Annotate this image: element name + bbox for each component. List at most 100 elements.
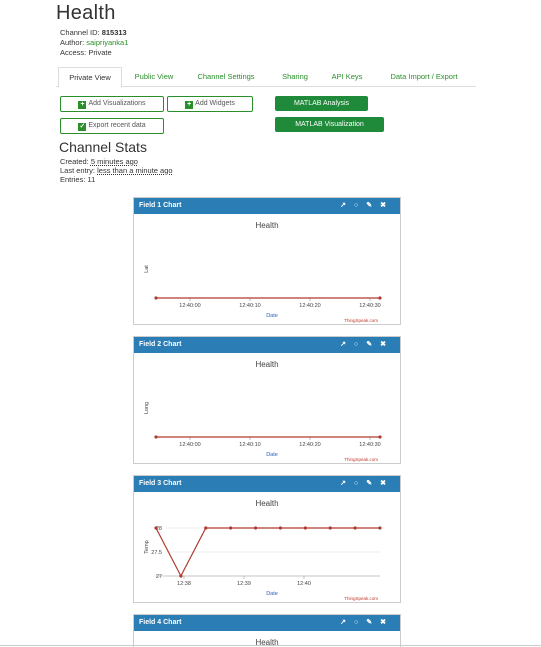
divider bbox=[0, 645, 541, 646]
x-axis-label: Date bbox=[266, 452, 278, 458]
access-label: Access: bbox=[60, 48, 89, 57]
data-point bbox=[303, 526, 307, 530]
data-point bbox=[378, 296, 382, 300]
field-3-chart-card: Field 3 Chart ↗○✎✖ Health Temp Date 27 27.5… bbox=[133, 475, 401, 603]
author-link[interactable]: saipriyanka1 bbox=[86, 38, 128, 47]
chart-plot: Lat Date 12:40:00 12:40:10 12:40:20 12:40:30 bbox=[144, 265, 382, 319]
author-label: Author: bbox=[60, 38, 87, 47]
chart-credit: ThingSpeak.com bbox=[344, 457, 378, 462]
x-tick-label: 12:40:30 bbox=[359, 303, 380, 309]
pencil-icon[interactable]: ✎ bbox=[366, 619, 380, 626]
tab-channel-settings[interactable]: Channel Settings bbox=[186, 67, 266, 87]
data-point bbox=[204, 526, 208, 530]
channel-stats-heading: Channel Stats bbox=[59, 139, 147, 155]
comment-icon[interactable]: ○ bbox=[354, 202, 366, 209]
pencil-icon[interactable]: ✎ bbox=[366, 480, 380, 487]
tab-sharing[interactable]: Sharing bbox=[270, 67, 320, 87]
access-value: Private bbox=[88, 48, 112, 57]
created-value: 5 minutes ago bbox=[90, 157, 138, 166]
x-tick-label: 12:40:30 bbox=[359, 442, 380, 448]
close-icon[interactable]: ✖ bbox=[380, 619, 394, 626]
external-link-icon[interactable]: ↗ bbox=[340, 480, 354, 487]
close-icon[interactable]: ✖ bbox=[380, 202, 394, 209]
x-tick-label: 12:40:10 bbox=[239, 442, 260, 448]
add-visualizations-button[interactable]: + Add Visualizations bbox=[60, 96, 164, 112]
chart-header-icons: ↗○✎✖ bbox=[340, 337, 394, 353]
chart-credit: ThingSpeak.com bbox=[344, 596, 378, 601]
channel-id-label: Channel ID: bbox=[60, 28, 102, 37]
x-tick-label: 12:40:20 bbox=[299, 303, 320, 309]
close-icon[interactable]: ✖ bbox=[380, 480, 394, 487]
add-widgets-button[interactable]: + Add Widgets bbox=[167, 96, 253, 112]
checkbox-icon: ✓ bbox=[78, 123, 87, 131]
x-axis-label: Date bbox=[266, 313, 278, 319]
chart-header-icons: ↗○✎✖ bbox=[340, 198, 394, 214]
data-point bbox=[179, 574, 183, 578]
pencil-icon[interactable]: ✎ bbox=[366, 202, 380, 209]
x-tick-label: 12:40:20 bbox=[299, 442, 320, 448]
x-tick-label: 12:40:10 bbox=[239, 303, 260, 309]
matlab-visualization-button[interactable]: MATLAB Visualization bbox=[275, 117, 384, 132]
external-link-icon[interactable]: ↗ bbox=[340, 341, 354, 348]
tab-api-keys[interactable]: API Keys bbox=[322, 67, 372, 87]
add-visualizations-label: Add Visualizations bbox=[88, 100, 146, 107]
field-4-chart-card: Field 4 Chart ↗○✎✖ Health bbox=[133, 614, 401, 647]
data-point bbox=[229, 526, 233, 530]
export-recent-data-button[interactable]: ✓ Export recent data bbox=[60, 118, 164, 134]
chart-header-icons: ↗○✎✖ bbox=[340, 476, 394, 492]
tab-private-view[interactable]: Private View bbox=[58, 67, 122, 88]
tab-public-view[interactable]: Public View bbox=[126, 67, 182, 87]
data-point bbox=[353, 526, 357, 530]
chart-plot: Long Date 12:40:00 12:40:10 12:40:20 12:40:30 bbox=[144, 402, 382, 458]
tab-data-import-export[interactable]: Data Import / Export bbox=[376, 67, 472, 87]
data-point bbox=[278, 526, 283, 530]
y-axis-label: Temp bbox=[144, 540, 150, 553]
created-label: Created: bbox=[60, 157, 91, 166]
channel-id-value: 815313 bbox=[101, 28, 127, 37]
last-entry-row: Last entry: less than a minute ago bbox=[60, 166, 173, 175]
entries-row: Entries: 11 bbox=[60, 175, 95, 184]
comment-icon[interactable]: ○ bbox=[354, 480, 366, 487]
x-tick-label: 12:40:00 bbox=[179, 303, 200, 309]
entries-value: 11 bbox=[87, 175, 96, 184]
chart-credit: ThingSpeak.com bbox=[344, 318, 378, 323]
chart-header: Field 1 Chart ↗○✎✖ bbox=[134, 198, 400, 214]
chart-title: Health bbox=[255, 221, 279, 230]
chart-header-icons: ↗○✎✖ bbox=[340, 615, 394, 631]
chart-header-title: Field 3 Chart bbox=[139, 480, 182, 487]
data-point bbox=[328, 526, 332, 530]
chart-header-title: Field 1 Chart bbox=[139, 202, 182, 209]
comment-icon[interactable]: ○ bbox=[354, 619, 366, 626]
last-entry-label: Last entry: bbox=[60, 166, 98, 175]
chart-body: Health Long Date 12:40:00 12:40:10 12:40:20 1… bbox=[134, 353, 400, 463]
created-row: Created: 5 minutes ago bbox=[60, 157, 138, 166]
pencil-icon[interactable]: ✎ bbox=[366, 341, 380, 348]
x-tick-label: 12:39 bbox=[237, 581, 251, 587]
chart-header-title: Field 4 Chart bbox=[139, 619, 182, 626]
chart-body: Health Temp Date 27 27.5 28 12:38 12:39 12:40 T… bbox=[134, 492, 400, 602]
channel-tabs: Private View Public View Channel Setting… bbox=[56, 67, 476, 88]
data-point bbox=[253, 526, 258, 530]
external-link-icon[interactable]: ↗ bbox=[340, 202, 354, 209]
add-widgets-label: Add Widgets bbox=[195, 100, 235, 107]
chart-plot: TempDate2727.52812:38 12:39 12:40 bbox=[144, 526, 382, 597]
chart-header: Field 4 Chart ↗○✎✖ bbox=[134, 615, 400, 631]
data-point bbox=[154, 435, 158, 439]
chart-body: Health Lat Date 12:40:00 12:40:10 12:40:20 12… bbox=[134, 214, 400, 324]
field-1-chart-card: Field 1 Chart ↗○✎✖ Health Lat Date 12:40:0… bbox=[133, 197, 401, 325]
external-link-icon[interactable]: ↗ bbox=[340, 619, 354, 626]
entries-label: Entries: bbox=[60, 175, 88, 184]
data-point bbox=[378, 526, 382, 530]
x-tick-label: 12:40:00 bbox=[179, 442, 200, 448]
export-recent-label: Export recent data bbox=[88, 122, 146, 129]
x-tick-label: 12:40 bbox=[297, 581, 311, 587]
close-icon[interactable]: ✖ bbox=[380, 341, 394, 348]
data-point bbox=[154, 296, 158, 300]
comment-icon[interactable]: ○ bbox=[354, 341, 366, 348]
matlab-analysis-button[interactable]: MATLAB Analysis bbox=[275, 96, 368, 111]
plus-icon: + bbox=[78, 101, 87, 109]
y-tick-label: 27 bbox=[156, 574, 162, 580]
y-tick-label: 27.5 bbox=[151, 550, 162, 556]
x-tick-label: 12:38 bbox=[177, 581, 191, 587]
chart-title: Health bbox=[255, 499, 279, 508]
